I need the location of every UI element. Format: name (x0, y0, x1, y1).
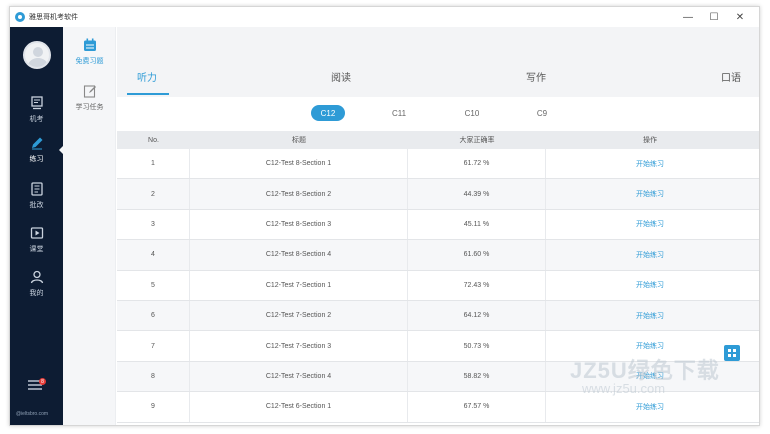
row-rate: 64.12 % (408, 300, 546, 331)
table-row: 2 C12-Test 8-Section 2 44.39 % 开始练习 (117, 179, 759, 210)
row-no: 6 (117, 300, 190, 331)
computer-icon (29, 95, 45, 111)
row-title: C12-Test 8-Section 4 (190, 240, 408, 270)
skill-tabs: 听力 阅读 写作 口语 (117, 27, 759, 97)
app-logo-icon (15, 12, 25, 22)
maximize-button[interactable]: ☐ (701, 7, 727, 27)
title-bar: 雅思哥机考软件 — ☐ ✕ (10, 7, 759, 27)
book-selector: C12 C11 C10 C9 (117, 97, 759, 131)
row-rate: 67.57 % (408, 392, 546, 422)
row-title: C12-Test 6-Section 1 (190, 392, 408, 422)
notification-badge: 8 (39, 378, 46, 385)
table-row: 9 C12-Test 6-Section 1 67.57 % 开始练习 (117, 392, 759, 423)
row-rate: 72.43 % (408, 270, 546, 300)
row-title: C12-Test 7-Section 3 (190, 331, 408, 361)
row-title: C12-Test 7-Section 1 (190, 270, 408, 300)
sidebar-item-exam[interactable]: 机考 (10, 91, 63, 131)
row-title: C12-Test 8-Section 2 (190, 179, 408, 209)
row-rate: 44.39 % (408, 179, 546, 209)
tab-reading[interactable]: 阅读 (331, 69, 351, 84)
row-no: 3 (117, 209, 190, 240)
start-practice-link[interactable]: 开始练习 (546, 392, 754, 421)
row-rate: 61.60 % (408, 240, 546, 270)
start-practice-link[interactable]: 开始练习 (546, 301, 754, 330)
header-title: 标题 (292, 137, 306, 144)
book-pill-c11[interactable]: C11 (382, 105, 416, 121)
table-row: 4 C12-Test 8-Section 4 61.60 % 开始练习 (117, 240, 759, 271)
play-icon (29, 225, 45, 241)
start-practice-link[interactable]: 开始练习 (546, 240, 754, 269)
book-pill-c9[interactable]: C9 (525, 105, 559, 121)
row-no: 9 (117, 392, 190, 422)
start-practice-link[interactable]: 开始练习 (546, 149, 754, 178)
close-button[interactable]: ✕ (727, 7, 753, 27)
row-title: C12-Test 8-Section 3 (190, 209, 408, 240)
table-row: 5 C12-Test 7-Section 1 72.43 % 开始练习 (117, 270, 759, 301)
tab-speaking[interactable]: 口语 (721, 69, 741, 84)
app-window: 雅思哥机考软件 — ☐ ✕ 机考 练习 批改 课堂 我的 8 @ieltsbro… (9, 6, 760, 426)
start-practice-link[interactable]: 开始练习 (546, 179, 754, 208)
sidebar-item-mine[interactable]: 我的 (10, 265, 63, 305)
user-icon (29, 269, 45, 285)
tab-listening[interactable]: 听力 (137, 69, 157, 84)
sidebar-item-label: 练习 (29, 156, 44, 163)
row-rate: 58.82 % (408, 361, 546, 392)
row-no: 4 (117, 240, 190, 270)
row-no: 8 (117, 361, 190, 392)
book-pill-c10[interactable]: C10 (455, 105, 489, 121)
tab-writing[interactable]: 写作 (526, 69, 546, 84)
sidebar-item-label: 机考 (29, 116, 44, 123)
row-rate: 50.73 % (408, 331, 546, 361)
active-tab-indicator (127, 93, 169, 95)
row-rate: 45.11 % (408, 209, 546, 240)
sidebar-item-review[interactable]: 批改 (10, 177, 63, 217)
subnav-item-free-exercises[interactable]: 免费习题 (63, 33, 116, 77)
window-title: 雅思哥机考软件 (29, 14, 78, 21)
pencil-icon (29, 135, 45, 151)
row-no: 5 (117, 270, 190, 300)
watermark-url: www.jz5u.com (582, 381, 666, 396)
calendar-icon (83, 38, 97, 52)
table-row: 6 C12-Test 7-Section 2 64.12 % 开始练习 (117, 300, 759, 332)
row-title: C12-Test 7-Section 4 (190, 361, 408, 392)
sidebar-item-practice[interactable]: 练习 (10, 131, 64, 171)
row-no: 2 (117, 179, 190, 209)
floating-tool-button[interactable] (724, 345, 740, 361)
row-title: C12-Test 7-Section 2 (190, 300, 408, 331)
start-practice-link[interactable]: 开始练习 (546, 271, 754, 300)
sidebar-item-label: 我的 (29, 290, 44, 297)
header-rate: 大家正确率 (459, 137, 495, 144)
avatar[interactable] (23, 41, 51, 69)
subnav-item-label: 免费习题 (75, 58, 104, 65)
footer-text: @ieltsbro.com (16, 411, 49, 417)
header-no: No. (148, 136, 159, 144)
grid-icon (728, 349, 736, 357)
table-row: 3 C12-Test 8-Section 3 45.11 % 开始练习 (117, 209, 759, 241)
row-no: 7 (117, 331, 190, 361)
sidebar: 机考 练习 批改 课堂 我的 8 @ieltsbro.com (10, 27, 64, 425)
subnav-item-label: 学习任务 (75, 104, 104, 111)
start-practice-link[interactable]: 开始练习 (546, 210, 754, 239)
subnav: 免费习题 学习任务 (63, 27, 116, 425)
sidebar-item-label: 批改 (29, 202, 44, 209)
edit-note-icon (83, 84, 97, 98)
header-op: 操作 (643, 137, 657, 144)
document-icon (29, 181, 45, 197)
table-header: No. 标题 大家正确率 操作 (117, 131, 759, 149)
table-row: 1 C12-Test 8-Section 1 61.72 % 开始练习 (117, 149, 759, 180)
row-title: C12-Test 8-Section 1 (190, 149, 408, 179)
book-pill-c12[interactable]: C12 (311, 105, 345, 121)
subnav-item-study-tasks[interactable]: 学习任务 (63, 79, 116, 123)
row-no: 1 (117, 149, 190, 179)
sidebar-item-classroom[interactable]: 课堂 (10, 221, 63, 261)
row-rate: 61.72 % (408, 149, 546, 179)
minimize-button[interactable]: — (675, 7, 701, 27)
sidebar-item-label: 课堂 (29, 246, 44, 253)
